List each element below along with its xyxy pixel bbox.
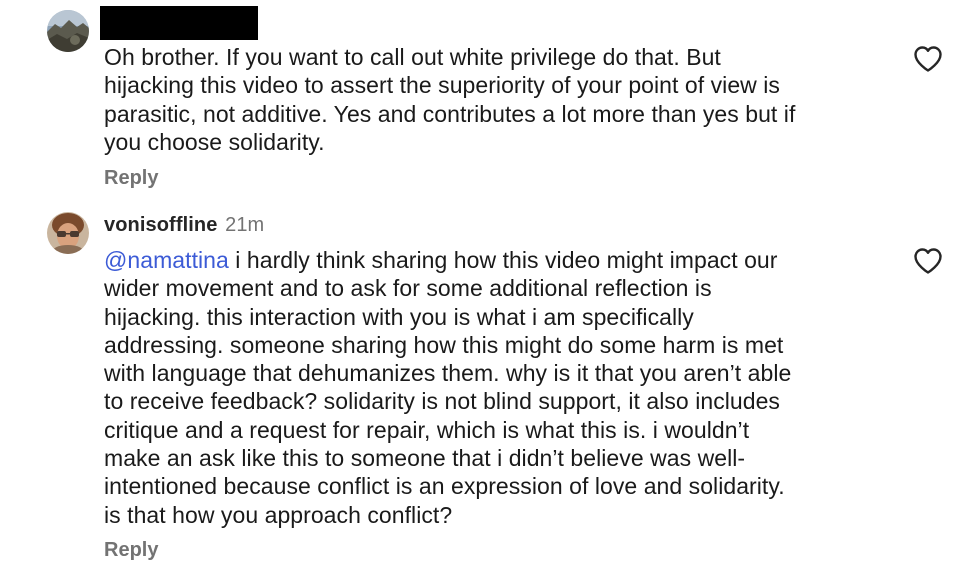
comment-text: Oh brother. If you want to call out whit… bbox=[104, 43, 894, 156]
comment-line: is that how you approach conflict? bbox=[104, 501, 453, 528]
comment-line: with language that dehumanizes them. why… bbox=[104, 360, 792, 387]
user-avatar[interactable] bbox=[47, 212, 89, 254]
comment-line-text: i hardly think sharing how this video mi… bbox=[228, 247, 778, 273]
comment-line: hijacking. this interaction with you is … bbox=[104, 303, 694, 330]
comment-line: addressing. someone sharing how this mig… bbox=[104, 331, 784, 358]
reply-button[interactable]: Reply bbox=[104, 167, 158, 190]
comment-line: wider movement and to ask for some addit… bbox=[104, 275, 712, 302]
heart-outline-icon[interactable] bbox=[913, 45, 943, 73]
timestamp: 21m bbox=[225, 214, 265, 236]
username[interactable]: vonisoffline 21m bbox=[104, 214, 264, 237]
reply-button[interactable]: Reply bbox=[104, 539, 158, 562]
comment-line: hijacking this video to assert the super… bbox=[104, 72, 780, 99]
comment-line: parasitic, not additive. Yes and contrib… bbox=[104, 100, 796, 127]
comment-line: critique and a request for repair, which… bbox=[104, 416, 750, 443]
comment-line: Oh brother. If you want to call out whit… bbox=[104, 44, 721, 70]
user-avatar[interactable] bbox=[47, 10, 89, 52]
landscape-avatar-image bbox=[47, 10, 89, 52]
username-text[interactable]: vonisoffline bbox=[104, 214, 217, 236]
mention-link[interactable]: @namattina bbox=[104, 247, 229, 273]
redacted-username bbox=[100, 6, 258, 40]
person-avatar-image bbox=[47, 212, 89, 254]
comment-text: @namattina i hardly think sharing how th… bbox=[104, 246, 894, 529]
comment-line: to receive feedback? solidarity is not b… bbox=[104, 388, 780, 415]
comment-line: @namattina i hardly think sharing how th… bbox=[104, 246, 894, 274]
comment-line: intentioned because conflict is an expre… bbox=[104, 473, 785, 500]
comment-line: you choose solidarity. bbox=[104, 128, 325, 155]
comment-line: make an ask like this to someone that i … bbox=[104, 445, 746, 472]
heart-outline-icon[interactable] bbox=[913, 247, 943, 275]
